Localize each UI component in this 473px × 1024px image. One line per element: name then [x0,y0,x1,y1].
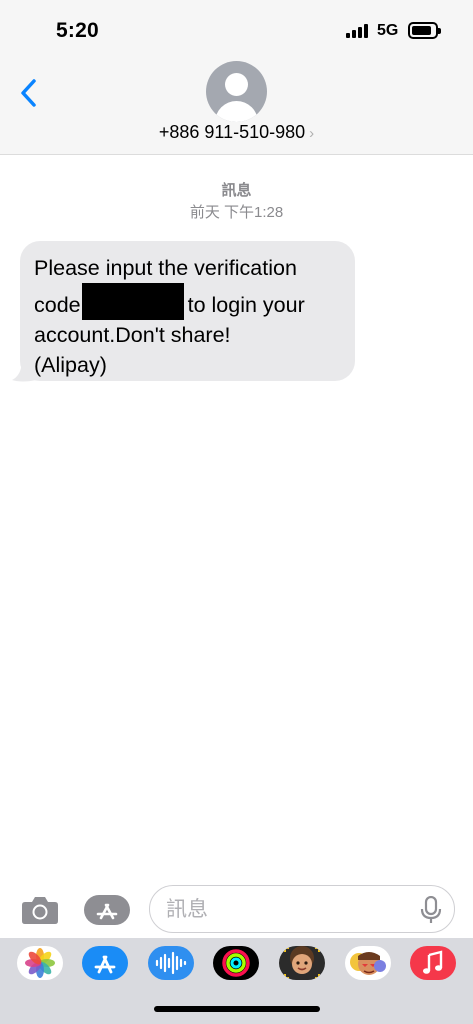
app-store-icon[interactable] [82,946,128,980]
battery-icon [408,22,441,39]
signal-icon [346,24,370,38]
contact-name: +886 911-510-980 [158,122,306,142]
person-avatar-icon[interactable] [206,61,267,122]
message-line: Please input the verification [34,256,297,280]
message-line: (Alipay) [34,353,107,377]
network-type: 5G [377,22,399,39]
message-text-field[interactable] [166,896,406,924]
received-message-bubble[interactable]: Please input the verification code to log… [20,241,355,381]
photos-icon[interactable] [17,946,63,980]
status-time: 5:20 [56,19,99,42]
message-timestamp: 前天 下午1:28 [189,204,284,221]
message-line: code to login your [34,283,341,320]
contact-name-button[interactable]: +886 911-510-980 › [0,122,473,143]
animoji-stickers-icon[interactable] [345,946,391,980]
camera-icon[interactable] [21,895,59,925]
service-label: 訊息 [221,182,252,199]
home-indicator[interactable] [154,1006,320,1012]
conversation-header: +886 911-510-980 › [0,58,473,155]
audio-message-icon[interactable] [148,946,194,980]
chevron-right-icon: › [309,125,315,142]
microphone-icon[interactable] [420,896,442,924]
message-line: account.Don't share! [34,323,231,347]
music-icon[interactable] [410,946,456,980]
memoji-icon[interactable] [279,946,325,980]
redacted-code [81,283,184,320]
message-input[interactable] [149,885,455,933]
app-store-icon[interactable] [84,895,130,925]
composer-row [0,880,473,940]
chevron-left-icon[interactable] [16,76,46,110]
activity-icon[interactable] [213,946,259,980]
conversation-meta: 訊息 前天 下午1:28 [0,180,473,224]
status-bar: 5:20 5G [0,0,473,58]
